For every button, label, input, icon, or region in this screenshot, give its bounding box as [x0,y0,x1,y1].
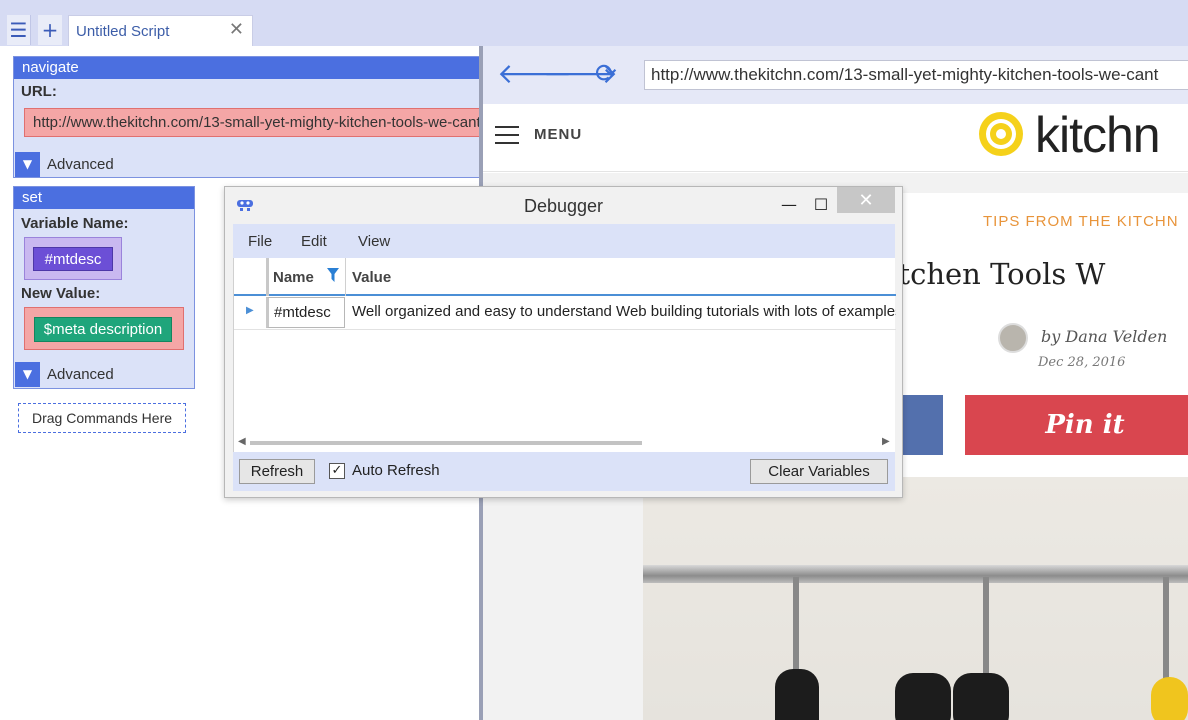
tab-strip: ☰ + Untitled Script ✕ [0,0,1188,46]
refresh-button[interactable]: Refresh [239,459,315,484]
hero-image [643,477,1188,720]
menu-edit[interactable]: Edit [301,233,327,250]
horizontal-scrollbar[interactable]: ◀ ▶ [234,436,896,450]
maximize-icon[interactable]: ☐ [809,192,833,216]
utensil-rail [643,565,1188,583]
scroll-left-icon[interactable]: ◀ [238,436,246,447]
value-chip[interactable]: $meta description [34,317,172,342]
site-header: MENU kitchn [483,104,1188,172]
tab-title: Untitled Script [76,23,170,40]
chevron-down-icon[interactable]: ▼ [15,361,40,387]
new-value-label: New Value: [21,285,101,302]
navigate-advanced-toggle[interactable]: ▼ Advanced [15,151,114,177]
navigate-command-block[interactable]: navigate URL: http://www.thekitchn.com/1… [13,56,484,178]
utensil-handle [1151,677,1188,720]
article-kicker[interactable]: TIPS FROM THE KITCHN [983,213,1179,230]
auto-refresh-checkbox[interactable]: ✓ [329,463,345,479]
debugger-menubar: File Edit View [233,224,895,258]
advanced-label: Advanced [47,155,114,173]
close-icon[interactable]: ✕ [837,187,895,213]
navigate-command-header[interactable]: navigate [14,57,483,79]
site-menu-label[interactable]: MENU [534,126,582,143]
drag-commands-drop-zone[interactable]: Drag Commands Here [18,403,186,433]
clear-variables-button[interactable]: Clear Variables [750,459,888,484]
utensil-handle [953,673,1009,720]
grid-header: Name Value [234,258,896,296]
debugger-window: Debugger — ☐ ✕ File Edit View Name Value… [224,186,903,498]
article-date: Dec 28, 2016 [1038,355,1126,370]
utensil-handle [895,673,951,720]
debugger-footer: Refresh ✓ Auto Refresh Clear Variables [233,452,895,491]
site-menu-icon[interactable] [495,126,519,144]
utensil-hook [983,577,989,687]
new-value-slot[interactable]: $meta description [24,307,184,350]
menu-view[interactable]: View [358,233,390,250]
set-command-block[interactable]: set Variable Name: #mtdesc New Value: $m… [13,186,195,389]
hamburger-icon[interactable]: ☰ [7,15,31,45]
utensil-hook [1163,577,1169,687]
article-author[interactable]: by Dana Velden [1041,327,1167,346]
browser-navbar: 🡐 🡒 ⟳ http://www.thekitchn.com/13-small-… [483,46,1188,104]
utensil-handle [775,669,819,720]
column-header-name[interactable]: Name [273,269,314,286]
set-command-header[interactable]: set [14,187,194,209]
menu-file[interactable]: File [248,233,272,250]
close-icon[interactable]: ✕ [229,19,244,40]
author-avatar [998,323,1028,353]
column-header-value[interactable]: Value [352,269,391,286]
site-logo-text[interactable]: kitchn [1035,106,1161,164]
reload-icon[interactable]: ⟳ [595,58,617,90]
chevron-down-icon[interactable]: ▼ [15,151,40,177]
pinterest-share-button[interactable]: Pin it [965,395,1188,455]
filter-icon[interactable] [327,268,339,282]
address-bar[interactable]: http://www.thekitchn.com/13-small-yet-mi… [644,60,1188,90]
debugger-titlebar[interactable]: Debugger — ☐ ✕ [225,187,902,223]
advanced-label: Advanced [47,365,114,383]
variable-chip[interactable]: #mtdesc [33,247,113,271]
variables-grid: Name Value ▶ #mtdesc Well organized and … [233,258,896,452]
tab-untitled-script[interactable]: Untitled Script ✕ [68,15,253,46]
expand-row-icon[interactable]: ▶ [246,305,254,316]
set-advanced-toggle[interactable]: ▼ Advanced [15,361,114,387]
kitchn-logo-icon [979,112,1023,156]
url-label: URL: [21,83,57,100]
scrollbar-thumb[interactable] [250,441,642,445]
column-separator[interactable] [345,258,346,296]
table-row[interactable]: ▶ #mtdesc Well organized and easy to und… [234,296,896,330]
auto-refresh-label[interactable]: Auto Refresh [352,462,440,479]
minimize-icon[interactable]: — [777,192,801,216]
variable-name-label: Variable Name: [21,215,129,232]
variable-value-cell[interactable]: Well organized and easy to understand We… [352,303,896,320]
new-tab-plus-icon[interactable]: + [38,15,62,45]
variable-name-slot[interactable]: #mtdesc [24,237,122,280]
column-gutter [266,258,269,296]
variable-name-cell[interactable]: #mtdesc [266,297,345,328]
scroll-right-icon[interactable]: ▶ [882,436,890,447]
url-input[interactable]: http://www.thekitchn.com/13-small-yet-mi… [24,108,484,137]
